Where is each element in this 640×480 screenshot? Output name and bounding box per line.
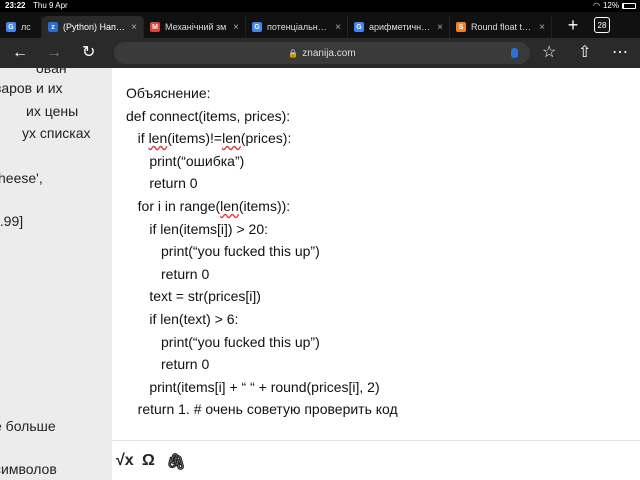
answer-editor[interactable]: Объяснение: def connect(items, prices): i…: [112, 68, 640, 480]
site-logo-icon: M: [150, 22, 160, 32]
code-line: if len(items)!=len(prices):: [126, 127, 398, 150]
code-text: if len(items[i]) > 20:: [126, 220, 268, 237]
question-text-line: ован: [36, 68, 67, 76]
formula-icon[interactable]: √x: [116, 452, 134, 470]
code-text: return 0: [126, 175, 198, 192]
close-tab-icon[interactable]: ×: [437, 22, 443, 33]
misspelled-word: len: [148, 130, 168, 147]
status-bar: 23:22 Thu 9 Apr ◠ 12%: [0, 0, 640, 12]
code-text: (items)!=: [167, 130, 223, 147]
code-line: if len(text) > 6:: [126, 308, 398, 331]
google-icon: G: [252, 22, 262, 32]
tab-1[interactable]: z (Python) Напиш ×: [42, 16, 144, 38]
code-line: print(items[i] + “ “ + round(prices[i], …: [126, 376, 398, 399]
microphone-icon[interactable]: [511, 48, 518, 58]
new-tab-button[interactable]: +: [558, 15, 588, 36]
question-text-line: 2.99]: [0, 213, 24, 229]
answer-code[interactable]: Объяснение: def connect(items, prices): i…: [126, 82, 398, 421]
code-line: print(“you fucked this up”): [126, 240, 398, 263]
misspelled-word: len: [222, 130, 241, 147]
code-text: print(items[i] + “ “ + round(prices[i], …: [126, 378, 380, 395]
status-right: ◠ 12%: [593, 1, 636, 10]
tab-4[interactable]: Gарифметична п ×: [348, 16, 450, 38]
code-line: print(“you fucked this up”): [126, 331, 398, 354]
tab-2[interactable]: M Механічний зм ×: [144, 16, 246, 38]
code-text: text = str(prices[i]): [126, 288, 261, 305]
question-text-line: их цены: [26, 103, 79, 119]
tab-count-button[interactable]: 28: [594, 17, 610, 33]
share-icon[interactable]: ⇧: [578, 44, 591, 62]
close-tab-icon[interactable]: ×: [233, 22, 239, 33]
battery-percent: 12%: [602, 1, 619, 10]
battery-fill: [623, 3, 625, 8]
status-time: 23:22: [5, 1, 26, 10]
tab-title: Round float to 2: [471, 22, 535, 32]
code-line: print(“ошибка”): [126, 150, 398, 173]
znanija-icon: z: [48, 22, 58, 32]
question-text-line: ух списках: [22, 125, 91, 141]
code-text: return 0: [126, 265, 210, 282]
reload-icon[interactable]: ↻: [82, 44, 95, 62]
code-line: Объяснение:: [126, 82, 398, 105]
question-text-column: ован товаров и их их цены ух списках heese',…: [0, 68, 104, 480]
tab-bar: Gлс z (Python) Напиш × M Механічний зм × Gпотен…: [0, 12, 640, 38]
lock-icon: 🔒: [288, 48, 299, 58]
code-text: def connect(items, prices):: [126, 107, 291, 124]
tab-3[interactable]: Gпотенціальна е ×: [246, 16, 348, 38]
code-text: if: [126, 130, 149, 147]
tab-title: (Python) Напиш: [63, 22, 127, 32]
code-text: Объяснение:: [126, 85, 211, 101]
google-icon: G: [354, 22, 364, 32]
code-line: def connect(items, prices):: [126, 105, 398, 128]
status-date: Thu 9 Apr: [33, 1, 68, 10]
tab-0[interactable]: Gлс: [0, 16, 42, 38]
question-text-line: символов: [0, 461, 57, 477]
code-line: for i in range(len(items)):: [126, 195, 398, 218]
question-text-line: товаров и их: [0, 80, 63, 96]
omega-icon[interactable]: Ω: [142, 452, 155, 470]
code-line: return 0: [126, 353, 398, 376]
code-text: (prices):: [240, 130, 292, 147]
bookmark-star-icon[interactable]: ☆: [542, 44, 556, 62]
forward-icon[interactable]: →: [46, 44, 62, 62]
url-text: znanija.com: [302, 47, 356, 59]
code-line: if len(items[i]) > 20:: [126, 218, 398, 241]
code-text: print(“you fucked this up”): [126, 243, 320, 260]
stackoverflow-icon: S: [456, 22, 466, 32]
tab-title: потенціальна е: [267, 22, 331, 32]
tab-title: арифметична п: [369, 22, 433, 32]
browser-toolbar: ← → ↻ 🔒 znanija.com ☆ ⇧ ⋯: [0, 38, 640, 68]
code-line: text = str(prices[i]): [126, 285, 398, 308]
code-text: (items)):: [238, 197, 291, 214]
tab-title: лс: [21, 22, 31, 32]
code-text: if len(text) > 6:: [126, 310, 239, 327]
wifi-icon: ◠: [593, 1, 600, 10]
close-tab-icon[interactable]: ×: [335, 22, 341, 33]
question-text-line: heese',: [0, 170, 43, 186]
code-text: print(“you fucked this up”): [126, 333, 320, 350]
code-line: return 0: [126, 172, 398, 195]
paperclip-icon[interactable]: 🖇: [166, 452, 186, 472]
misspelled-word: len: [220, 197, 239, 214]
code-text: return 0: [126, 356, 210, 373]
tab-strip: Gлс z (Python) Напиш × M Механічний зм × Gпотен…: [0, 12, 552, 38]
code-text: for i in range(: [126, 197, 221, 214]
code-line: return 0: [126, 263, 398, 286]
menu-icon[interactable]: ⋯: [612, 44, 628, 62]
tab-title: Механічний зм: [165, 22, 227, 32]
battery-icon: [622, 2, 636, 9]
code-line: return 1. # очень советую проверить код: [126, 398, 398, 421]
google-icon: G: [6, 22, 16, 32]
close-tab-icon[interactable]: ×: [539, 22, 545, 33]
back-icon[interactable]: ←: [12, 44, 28, 62]
tab-5[interactable]: S Round float to 2 ×: [450, 16, 552, 38]
code-text: print(“ошибка”): [126, 152, 245, 169]
address-bar[interactable]: 🔒 znanija.com: [114, 42, 530, 64]
code-text: return 1. # очень советую проверить код: [126, 401, 398, 418]
close-tab-icon[interactable]: ×: [131, 22, 137, 33]
question-text-line: е больше: [0, 418, 56, 434]
page-content: ован товаров и их их цены ух списках heese',…: [0, 68, 640, 480]
editor-toolbar: √x Ω 🖇: [112, 440, 640, 480]
